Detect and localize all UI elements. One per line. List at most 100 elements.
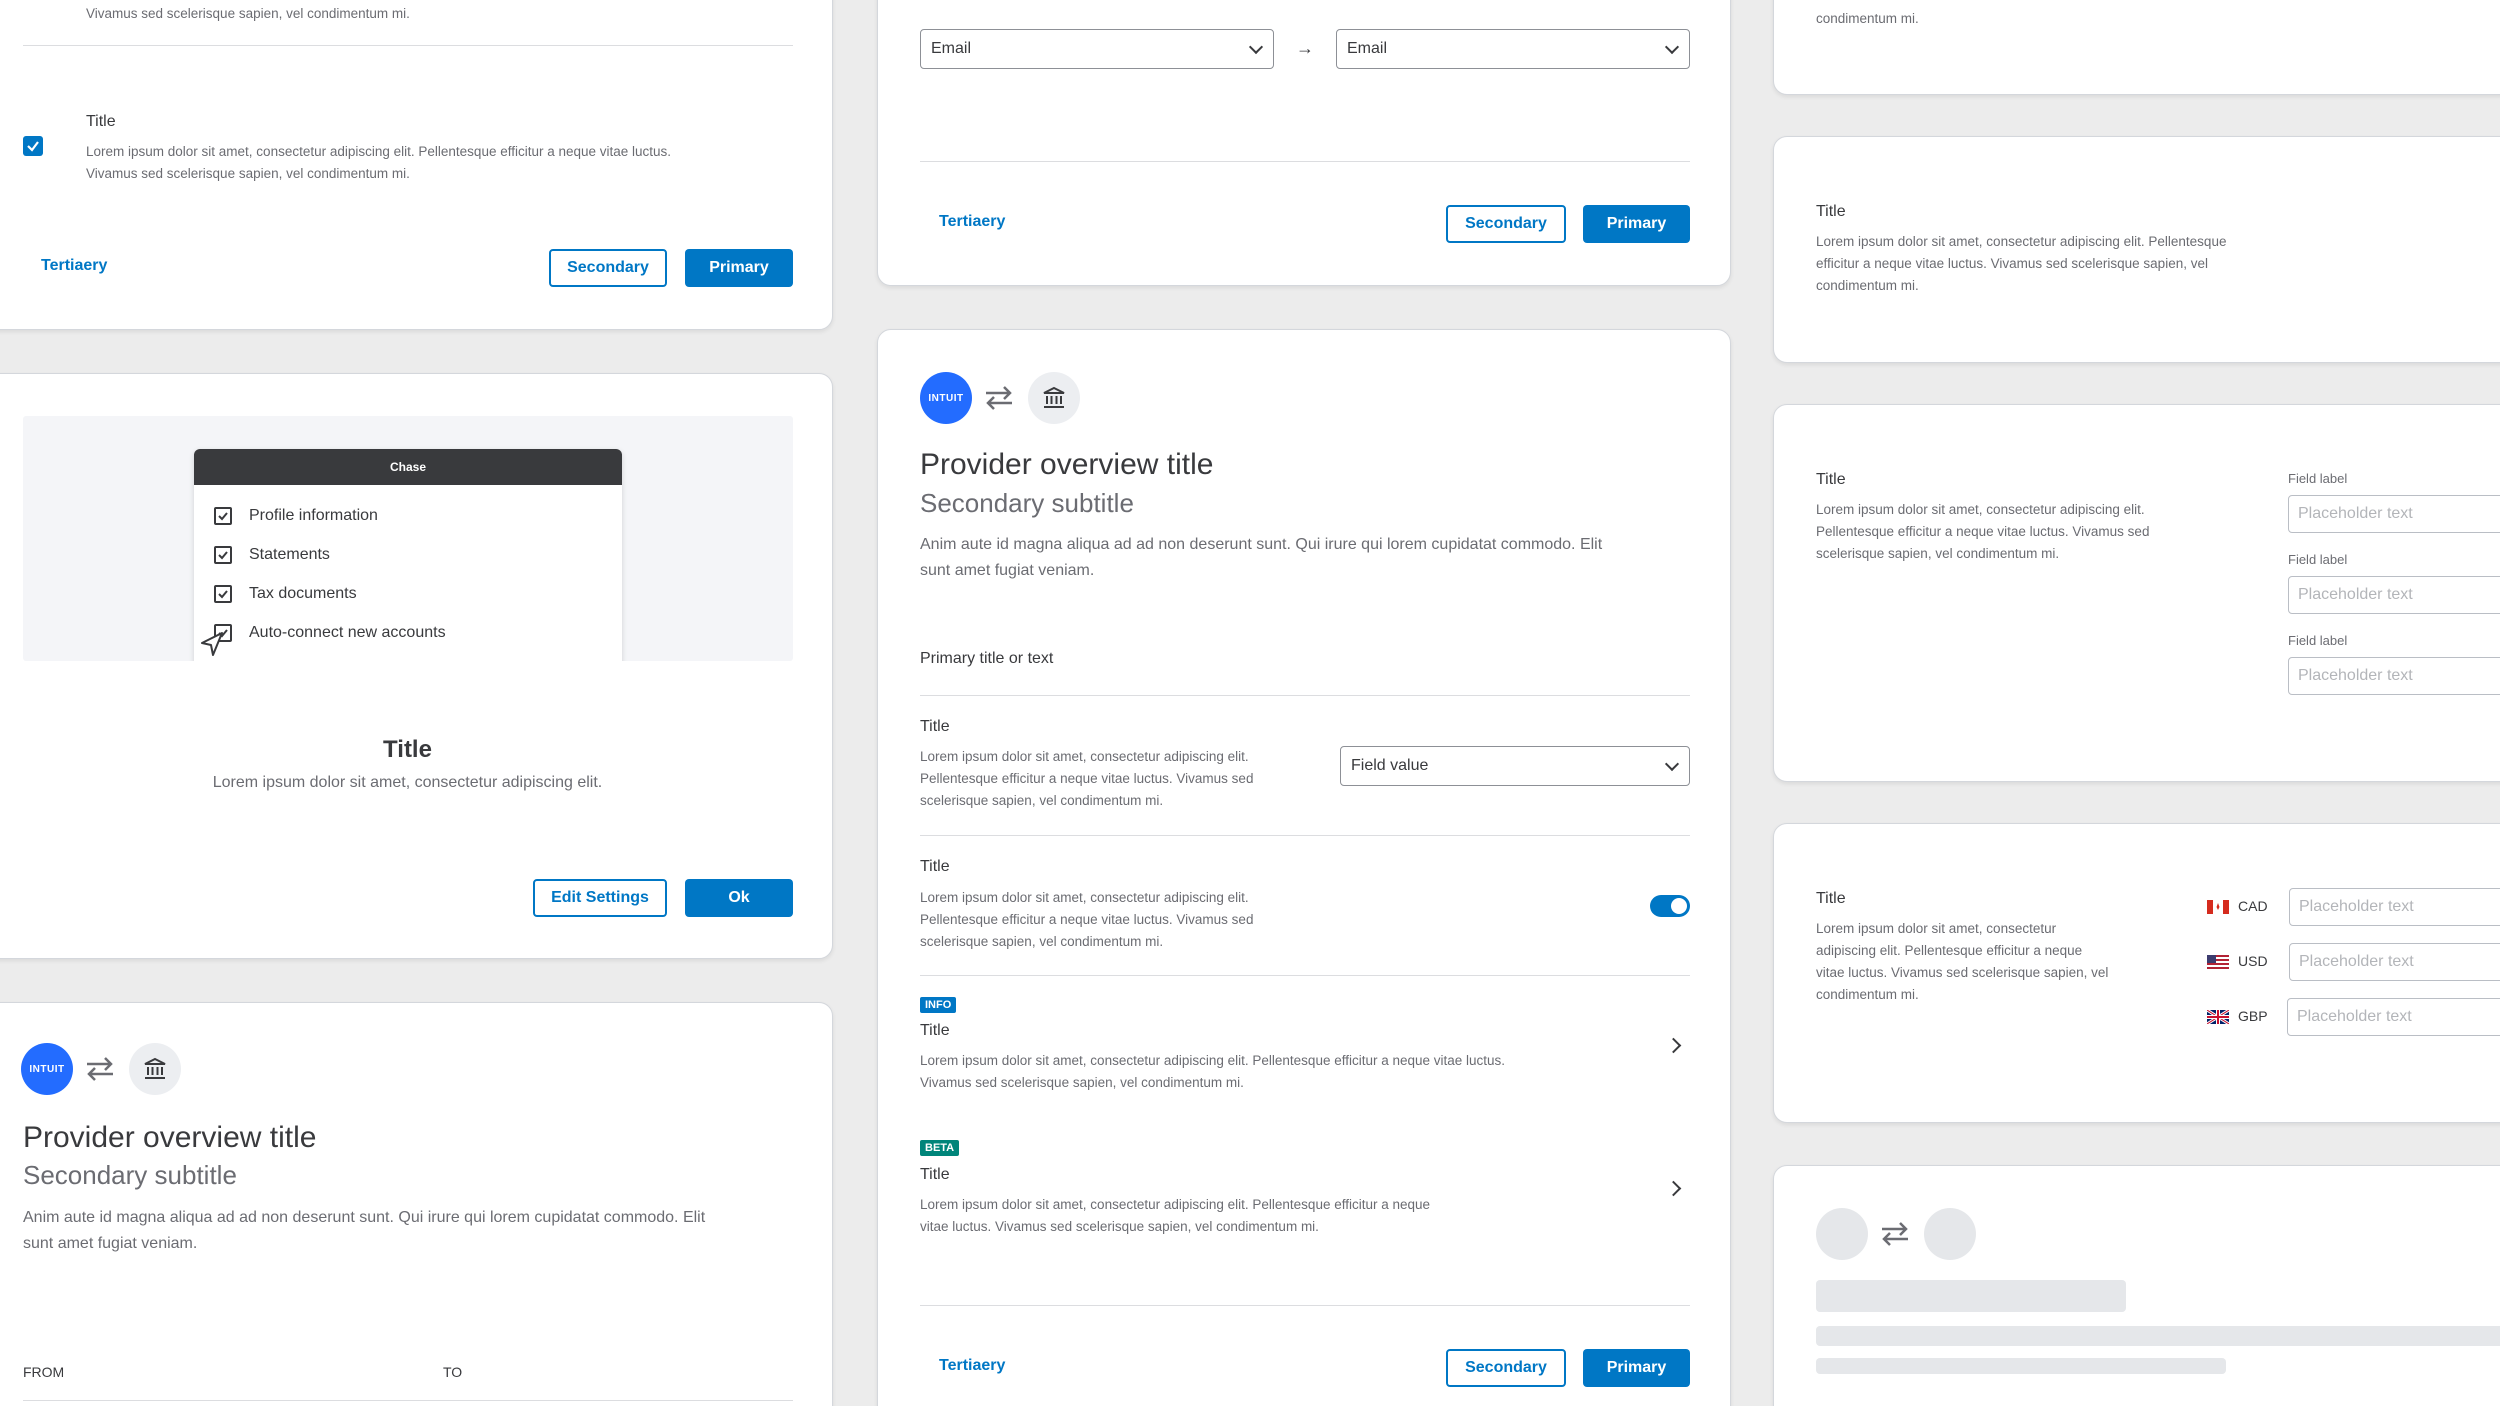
divider <box>920 695 1690 696</box>
illustration-area: Chase Profile information Statements Tax… <box>23 416 793 661</box>
card-permissions: Chase Profile information Statements Tax… <box>0 373 833 959</box>
chevron-down-icon <box>1248 39 1264 55</box>
item-text: vitae luctus. Vivamus sed scelerisque sa… <box>1816 965 2109 980</box>
primary-button[interactable]: Primary <box>1583 205 1690 243</box>
chevron-right-icon[interactable] <box>1665 1180 1682 1197</box>
provider-subtitle: Secondary subtitle <box>23 1160 237 1190</box>
divider <box>920 1305 1690 1306</box>
divider <box>23 1400 793 1401</box>
edit-settings-button[interactable]: Edit Settings <box>533 879 667 917</box>
row-title: Title <box>920 1166 950 1183</box>
check-icon <box>218 551 228 560</box>
item-text: scelerisque sapien, vel condimentum mi. <box>1816 546 2060 561</box>
item-text: Vivamus sed scelerisque sapien, vel cond… <box>86 166 410 181</box>
row-text: scelerisque sapien, vel condimentum mi. <box>920 793 1164 808</box>
chevron-right-icon[interactable] <box>1665 1037 1682 1054</box>
field-value-select[interactable]: Field value <box>1340 746 1690 786</box>
secondary-button[interactable]: Secondary <box>1446 205 1566 243</box>
checkbox-profile[interactable] <box>214 507 232 525</box>
select-value: Field value <box>1351 757 1429 774</box>
section-title: Primary title or text <box>920 650 1054 667</box>
intuit-logo: INTUIT <box>920 372 972 424</box>
item-text: Lorem ipsum dolor sit amet, consectetur … <box>1816 234 2227 249</box>
swap-icon <box>986 386 1012 410</box>
item-title: Title <box>86 113 116 130</box>
divider <box>920 161 1690 162</box>
provider-title: Provider overview title <box>920 448 1214 481</box>
source-field-select[interactable]: Email <box>920 29 1274 69</box>
select-value: Email <box>1347 40 1388 57</box>
primary-button[interactable]: Primary <box>1583 1349 1690 1387</box>
toggle-knob <box>1671 898 1687 914</box>
bank-icon <box>144 1057 166 1079</box>
card-skeleton-loading <box>1773 1165 2500 1406</box>
provider-title: Provider overview title <box>23 1121 317 1154</box>
tertiary-button[interactable]: Tertiaery <box>939 1357 1005 1375</box>
popup-header: Chase <box>194 449 622 485</box>
secondary-button[interactable]: Secondary <box>1446 1349 1566 1387</box>
info-badge: INFO <box>920 997 957 1013</box>
bank-logo <box>1028 372 1080 424</box>
us-flag-icon <box>2207 955 2229 969</box>
target-field-select[interactable]: Email <box>1336 29 1690 69</box>
text-input-1[interactable]: Placeholder text <box>2288 495 2500 533</box>
swap-icon <box>1882 1222 1908 1246</box>
item-title: Title <box>1816 471 1846 488</box>
gbp-input[interactable]: Placeholder text <box>2287 998 2500 1036</box>
cad-input[interactable]: Placeholder text <box>2289 888 2500 926</box>
usd-input[interactable]: Placeholder text <box>2289 943 2500 981</box>
card-right-text: Title Lorem ipsum dolor sit amet, consec… <box>1773 136 2500 363</box>
check-label: Statements <box>249 546 330 563</box>
item-text: Lorem ipsum dolor sit amet, consectetur <box>1816 921 2057 936</box>
currency-code: GBP <box>2238 1008 2268 1024</box>
cursor-icon <box>201 632 223 656</box>
canada-flag-icon <box>2207 900 2229 914</box>
select-value: Email <box>931 40 972 57</box>
card-right-currency: Title Lorem ipsum dolor sit amet, consec… <box>1773 823 2500 1123</box>
intuit-logo: INTUIT <box>21 1043 73 1095</box>
ok-button[interactable]: Ok <box>685 879 793 917</box>
row-text: Lorem ipsum dolor sit amet, consectetur … <box>920 890 1249 905</box>
item-title: Title <box>1816 890 1846 907</box>
divider <box>23 45 793 46</box>
card-title: Title <box>383 736 432 763</box>
primary-button[interactable]: Primary <box>685 249 793 287</box>
divider <box>920 975 1690 976</box>
card-provider-settings: INTUIT Provider overview title Secondary… <box>877 329 1731 1406</box>
item-text: efficitur a neque vitae luctus. Vivamus … <box>1816 256 2208 271</box>
card-right-fields: Title Lorem ipsum dolor sit amet, consec… <box>1773 404 2500 782</box>
check-icon <box>218 590 228 599</box>
tertiary-button[interactable]: Tertiaery <box>41 257 107 275</box>
item-text: Vivamus sed scelerisque sapien, vel cond… <box>86 6 410 21</box>
permissions-popup: Chase Profile information Statements Tax… <box>194 449 622 661</box>
field-label: Field label <box>2288 471 2348 486</box>
arrow-right-icon: → <box>1296 38 1314 58</box>
provider-body: Anim aute id magna aliqua ad ad non dese… <box>23 1209 706 1226</box>
currency-code: CAD <box>2238 898 2268 914</box>
checkbox-tax[interactable] <box>214 585 232 603</box>
checkbox-checked[interactable] <box>23 136 43 156</box>
item-text: Lorem ipsum dolor sit amet, consectetur … <box>1816 502 2145 517</box>
text-input-2[interactable]: Placeholder text <box>2288 576 2500 614</box>
item-title: Title <box>1816 203 1846 220</box>
field-label: Field label <box>2288 633 2348 648</box>
text-input-3[interactable]: Placeholder text <box>2288 657 2500 695</box>
row-text: Lorem ipsum dolor sit amet, consectetur … <box>920 1197 1431 1212</box>
swap-icon <box>87 1057 113 1081</box>
row-text: scelerisque sapien, vel condimentum mi. <box>920 934 1164 949</box>
check-label: Tax documents <box>249 585 357 602</box>
toggle-switch[interactable] <box>1650 895 1690 917</box>
provider-body: sunt amet fugiat veniam. <box>920 562 1095 579</box>
beta-badge: BETA <box>920 1140 960 1156</box>
check-icon <box>218 512 228 521</box>
skeleton-line <box>1816 1326 2500 1346</box>
row-title: Title <box>920 1022 950 1039</box>
field-label: Field label <box>2288 552 2348 567</box>
secondary-button[interactable]: Secondary <box>549 249 667 287</box>
row-text: Pellentesque efficitur a neque vitae luc… <box>920 912 1254 927</box>
checkbox-statements[interactable] <box>214 546 232 564</box>
tertiary-button[interactable]: Tertiaery <box>939 213 1005 231</box>
bank-logo <box>129 1043 181 1095</box>
item-text: adipiscing elit. Pellentesque efficitur … <box>1816 943 2083 958</box>
row-text: Lorem ipsum dolor sit amet, consectetur … <box>920 749 1249 764</box>
